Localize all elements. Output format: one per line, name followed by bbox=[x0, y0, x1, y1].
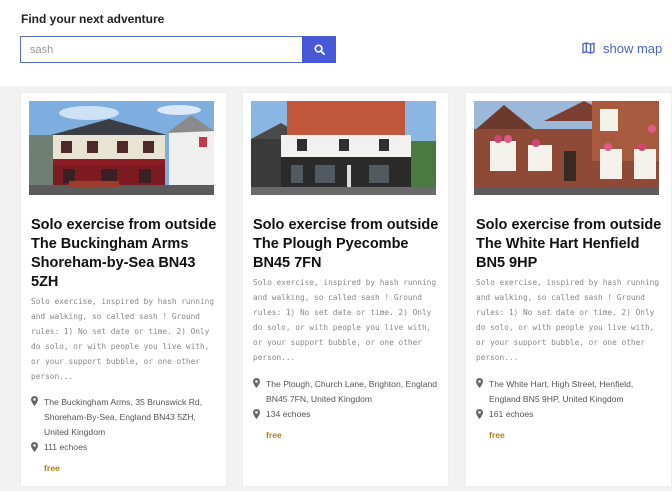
event-echoes: 161 echoes bbox=[476, 409, 533, 419]
event-description: Solo exercise, inspired by hash running … bbox=[476, 278, 660, 362]
event-description: Solo exercise, inspired by hash running … bbox=[31, 297, 215, 381]
event-price: free bbox=[44, 463, 60, 473]
location-pin-icon bbox=[31, 396, 38, 406]
event-card[interactable]: Solo exercise from outside The Buckingha… bbox=[21, 93, 226, 486]
event-photo bbox=[474, 101, 659, 195]
echoes-count: 111 echoes bbox=[44, 442, 88, 452]
event-price: free bbox=[489, 430, 505, 440]
location-pin-icon bbox=[476, 409, 483, 419]
location-text: The Plough, Church Lane, Brighton, Engla… bbox=[266, 379, 438, 404]
event-title[interactable]: Solo exercise from outside The Plough Py… bbox=[253, 216, 443, 273]
event-card[interactable]: Solo exercise from outside The Plough Py… bbox=[243, 93, 448, 486]
event-card[interactable]: Solo exercise from outside The White Har… bbox=[466, 93, 671, 486]
event-photo bbox=[29, 101, 214, 195]
location-pin-icon bbox=[253, 409, 260, 419]
event-location: The Plough, Church Lane, Brighton, Engla… bbox=[253, 377, 443, 407]
event-echoes: 111 echoes bbox=[31, 442, 87, 452]
show-map-label: show map bbox=[603, 40, 663, 56]
event-location: The Buckingham Arms, 35 Brunswick Rd, Sh… bbox=[31, 395, 221, 440]
search-header: Find your next adventure show map bbox=[0, 0, 672, 86]
event-echoes: 134 echoes bbox=[253, 409, 310, 419]
location-text: The Buckingham Arms, 35 Brunswick Rd, Sh… bbox=[44, 397, 203, 437]
location-pin-icon bbox=[31, 442, 38, 452]
event-price: free bbox=[266, 430, 282, 440]
echoes-count: 134 echoes bbox=[266, 409, 311, 419]
location-pin-icon bbox=[253, 378, 260, 388]
event-description: Solo exercise, inspired by hash running … bbox=[253, 278, 437, 362]
search-button[interactable] bbox=[302, 36, 336, 63]
event-location: The White Hart, High Street, Henfield, E… bbox=[476, 377, 666, 407]
event-title[interactable]: Solo exercise from outside The White Har… bbox=[476, 216, 666, 273]
event-photo bbox=[251, 101, 436, 195]
location-pin-icon bbox=[476, 378, 483, 388]
location-text: The White Hart, High Street, Henfield, E… bbox=[489, 379, 634, 404]
search-input[interactable] bbox=[20, 36, 302, 63]
search-icon bbox=[313, 44, 325, 55]
event-title[interactable]: Solo exercise from outside The Buckingha… bbox=[31, 216, 221, 292]
page-heading: Find your next adventure bbox=[21, 12, 165, 26]
map-icon bbox=[582, 42, 595, 54]
show-map-link[interactable]: show map bbox=[582, 38, 662, 58]
echoes-count: 161 echoes bbox=[489, 409, 534, 419]
